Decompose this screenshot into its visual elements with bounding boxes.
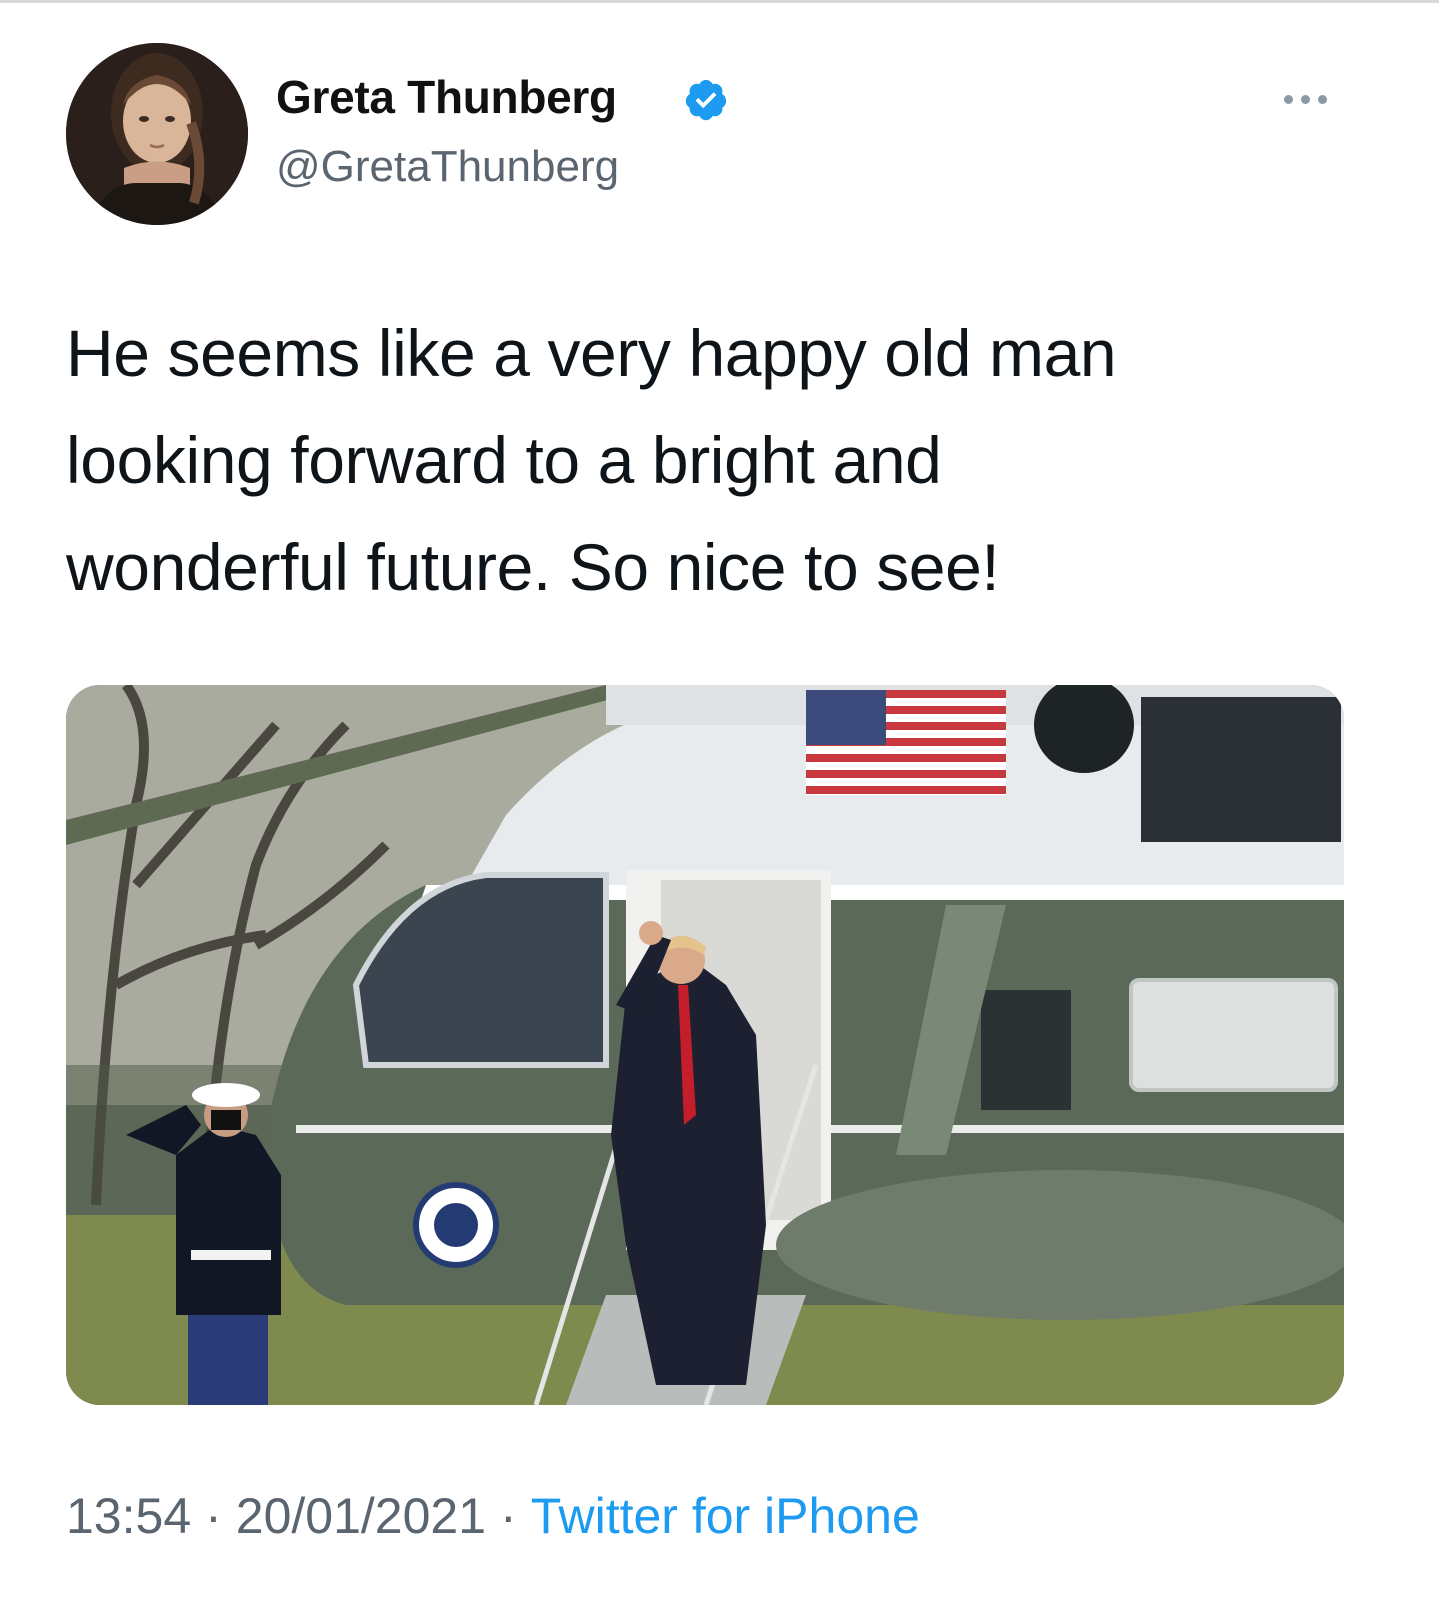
- tweet-text-line: wonderful future. So nice to see!: [66, 530, 1000, 604]
- tweet-photo[interactable]: [66, 685, 1344, 1405]
- tweet-time[interactable]: 13:54: [66, 1488, 191, 1544]
- tweet-text: He seems like a very happy old man looki…: [66, 300, 1366, 621]
- tweet-date[interactable]: 20/01/2021: [236, 1488, 486, 1544]
- avatar[interactable]: [66, 43, 248, 225]
- top-divider: [0, 0, 1439, 3]
- meta-separator: ·: [500, 1488, 517, 1544]
- tweet-text-line: He seems like a very happy old man: [66, 316, 1117, 390]
- more-horizontal-icon[interactable]: [1284, 86, 1344, 112]
- verified-badge-icon: [683, 77, 729, 123]
- tweet-meta: 13:54 · 20/01/2021 · Twitter for iPhone: [66, 1487, 920, 1545]
- profile-photo-icon: [66, 43, 248, 225]
- flag-icon: [806, 690, 1006, 795]
- meta-separator: ·: [205, 1488, 222, 1544]
- tweet-source-link[interactable]: Twitter for iPhone: [531, 1488, 920, 1544]
- display-name[interactable]: Greta Thunberg: [276, 70, 617, 124]
- handle[interactable]: @GretaThunberg: [276, 142, 619, 192]
- tweet-text-line: looking forward to a bright and: [66, 423, 942, 497]
